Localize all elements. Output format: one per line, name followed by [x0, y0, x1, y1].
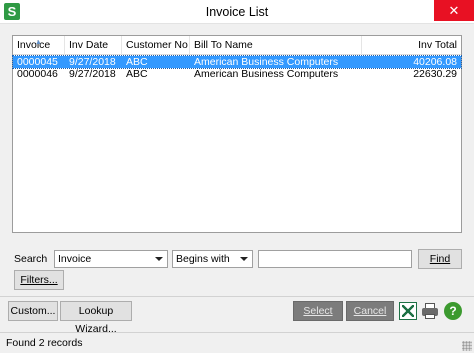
column-header-inv-date[interactable]: Inv Date: [65, 36, 122, 55]
table-row[interactable]: 0000046 9/27/2018 ABC American Business …: [13, 68, 461, 80]
chevron-down-icon: [155, 257, 163, 261]
chevron-down-icon: [240, 257, 248, 261]
column-header-inv-total[interactable]: Inv Total: [362, 36, 461, 55]
table-row[interactable]: 0000045 9/27/2018 ABC American Business …: [12, 55, 462, 69]
search-operator-select[interactable]: Begins with: [172, 250, 253, 268]
divider: [0, 296, 474, 297]
search-operator-value: Begins with: [176, 253, 230, 265]
close-button[interactable]: ✕: [434, 0, 474, 21]
search-field-value: Invoice: [58, 253, 92, 265]
cell-customer-no: ABC: [126, 56, 148, 68]
cell-inv-date: 9/27/2018: [69, 68, 116, 80]
status-text: Found 2 records: [6, 337, 83, 349]
grid-header: ▲ Invoice Inv Date Customer No Bill To N…: [13, 36, 461, 55]
column-header-customer-no[interactable]: Customer No: [122, 36, 190, 55]
column-header-invoice[interactable]: ▲ Invoice: [13, 36, 65, 55]
cell-invoice: 0000046: [17, 68, 58, 80]
status-bar: Found 2 records: [0, 332, 474, 353]
invoice-grid[interactable]: ▲ Invoice Inv Date Customer No Bill To N…: [12, 35, 462, 233]
cell-inv-total: 22630.29: [413, 68, 457, 80]
window-title: Invoice List: [205, 5, 269, 19]
filters-button[interactable]: Filters...: [14, 270, 64, 290]
cell-inv-total: 40206.08: [413, 56, 457, 68]
custom-button[interactable]: Custom...: [8, 301, 58, 321]
cancel-button[interactable]: Cancel: [346, 301, 394, 321]
column-header-bill-to-name[interactable]: Bill To Name: [190, 36, 362, 55]
search-input[interactable]: [258, 250, 412, 268]
cell-bill-to-name: American Business Computers: [194, 68, 339, 80]
select-button[interactable]: Select: [293, 301, 343, 321]
sort-ascending-icon: ▲: [35, 39, 42, 46]
search-field-select[interactable]: Invoice: [54, 250, 168, 268]
search-label: Search: [14, 253, 48, 265]
resize-grip-icon[interactable]: [462, 341, 472, 351]
cell-bill-to-name: American Business Computers: [194, 56, 339, 68]
lookup-wizard-button[interactable]: Lookup Wizard...: [60, 301, 132, 335]
printer-icon[interactable]: [421, 302, 439, 320]
help-icon[interactable]: ?: [444, 302, 462, 320]
title-bar: S Invoice List ✕: [0, 0, 474, 24]
printer-tray: [425, 314, 435, 319]
excel-icon[interactable]: [399, 302, 417, 320]
find-button[interactable]: Find: [418, 249, 462, 269]
cell-invoice: 0000045: [17, 56, 58, 68]
cell-inv-date: 9/27/2018: [69, 56, 116, 68]
cell-customer-no: ABC: [126, 68, 148, 80]
